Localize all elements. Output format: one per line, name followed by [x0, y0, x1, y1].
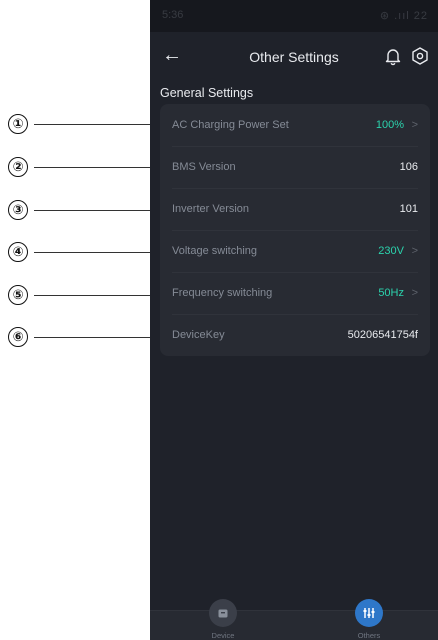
setting-value: 230V [378, 245, 404, 257]
setting-bms-version: BMS Version 106 [172, 146, 418, 189]
setting-value: 100% [375, 119, 404, 131]
gear-icon[interactable] [410, 46, 430, 66]
setting-value: 50206541754f [347, 329, 418, 341]
bell-icon[interactable] [383, 46, 403, 66]
callout-4: ④ [8, 242, 158, 264]
callout-line [34, 167, 158, 168]
setting-value: 101 [399, 203, 418, 215]
setting-inverter-version: Inverter Version 101 [172, 188, 418, 231]
callout-line [34, 210, 158, 211]
setting-device-key: DeviceKey 50206541754f [172, 314, 418, 356]
setting-label: BMS Version [172, 161, 236, 173]
callout-3: ③ [8, 200, 158, 222]
nav-device-tab[interactable]: Device [193, 599, 253, 640]
setting-label: AC Charging Power Set [172, 119, 289, 131]
bottom-navigation: Device Others [150, 599, 438, 640]
callout-number: ③ [8, 200, 28, 220]
callout-2: ② [8, 157, 158, 179]
callout-line [34, 124, 158, 125]
setting-value: 50Hz [378, 287, 404, 299]
status-time: 5:36 [162, 9, 184, 21]
chevron-right-icon: > [411, 245, 418, 257]
callout-1: ① [8, 114, 158, 136]
section-title: General Settings [160, 86, 254, 100]
setting-label: Inverter Version [172, 203, 250, 215]
setting-voltage-switching[interactable]: Voltage switching 230V > [172, 230, 418, 273]
setting-label: DeviceKey [172, 329, 225, 341]
setting-frequency-switching[interactable]: Frequency switching 50Hz > [172, 272, 418, 315]
callout-line [34, 337, 158, 338]
callout-number: ② [8, 157, 28, 177]
phone-screen: 5:36 ⊛ .ııl 22 ← Other Settings General … [150, 0, 438, 640]
nav-label: Device [211, 631, 235, 640]
callout-5: ⑤ [8, 285, 158, 307]
status-bar: 5:36 ⊛ .ııl 22 [150, 0, 438, 32]
status-indicators: ⊛ .ııl 22 [379, 10, 428, 22]
device-icon [209, 599, 237, 627]
callout-number: ⑥ [8, 327, 28, 347]
nav-others-tab[interactable]: Others [339, 599, 399, 640]
callout-6: ⑥ [8, 327, 158, 349]
callout-line [34, 295, 158, 296]
setting-label: Frequency switching [172, 287, 273, 299]
callout-line [34, 252, 158, 253]
chevron-right-icon: > [411, 119, 418, 131]
callout-number: ① [8, 114, 28, 134]
app-header: ← Other Settings [150, 40, 438, 76]
sliders-icon [355, 599, 383, 627]
settings-card: AC Charging Power Set 100% > BMS Version… [160, 104, 430, 356]
nav-label: Others [357, 631, 381, 640]
callout-number: ⑤ [8, 285, 28, 305]
setting-label: Voltage switching [172, 245, 257, 257]
setting-ac-charging-power[interactable]: AC Charging Power Set 100% > [172, 104, 418, 147]
callout-number: ④ [8, 242, 28, 262]
setting-value: 106 [399, 161, 418, 173]
chevron-right-icon: > [411, 287, 418, 299]
